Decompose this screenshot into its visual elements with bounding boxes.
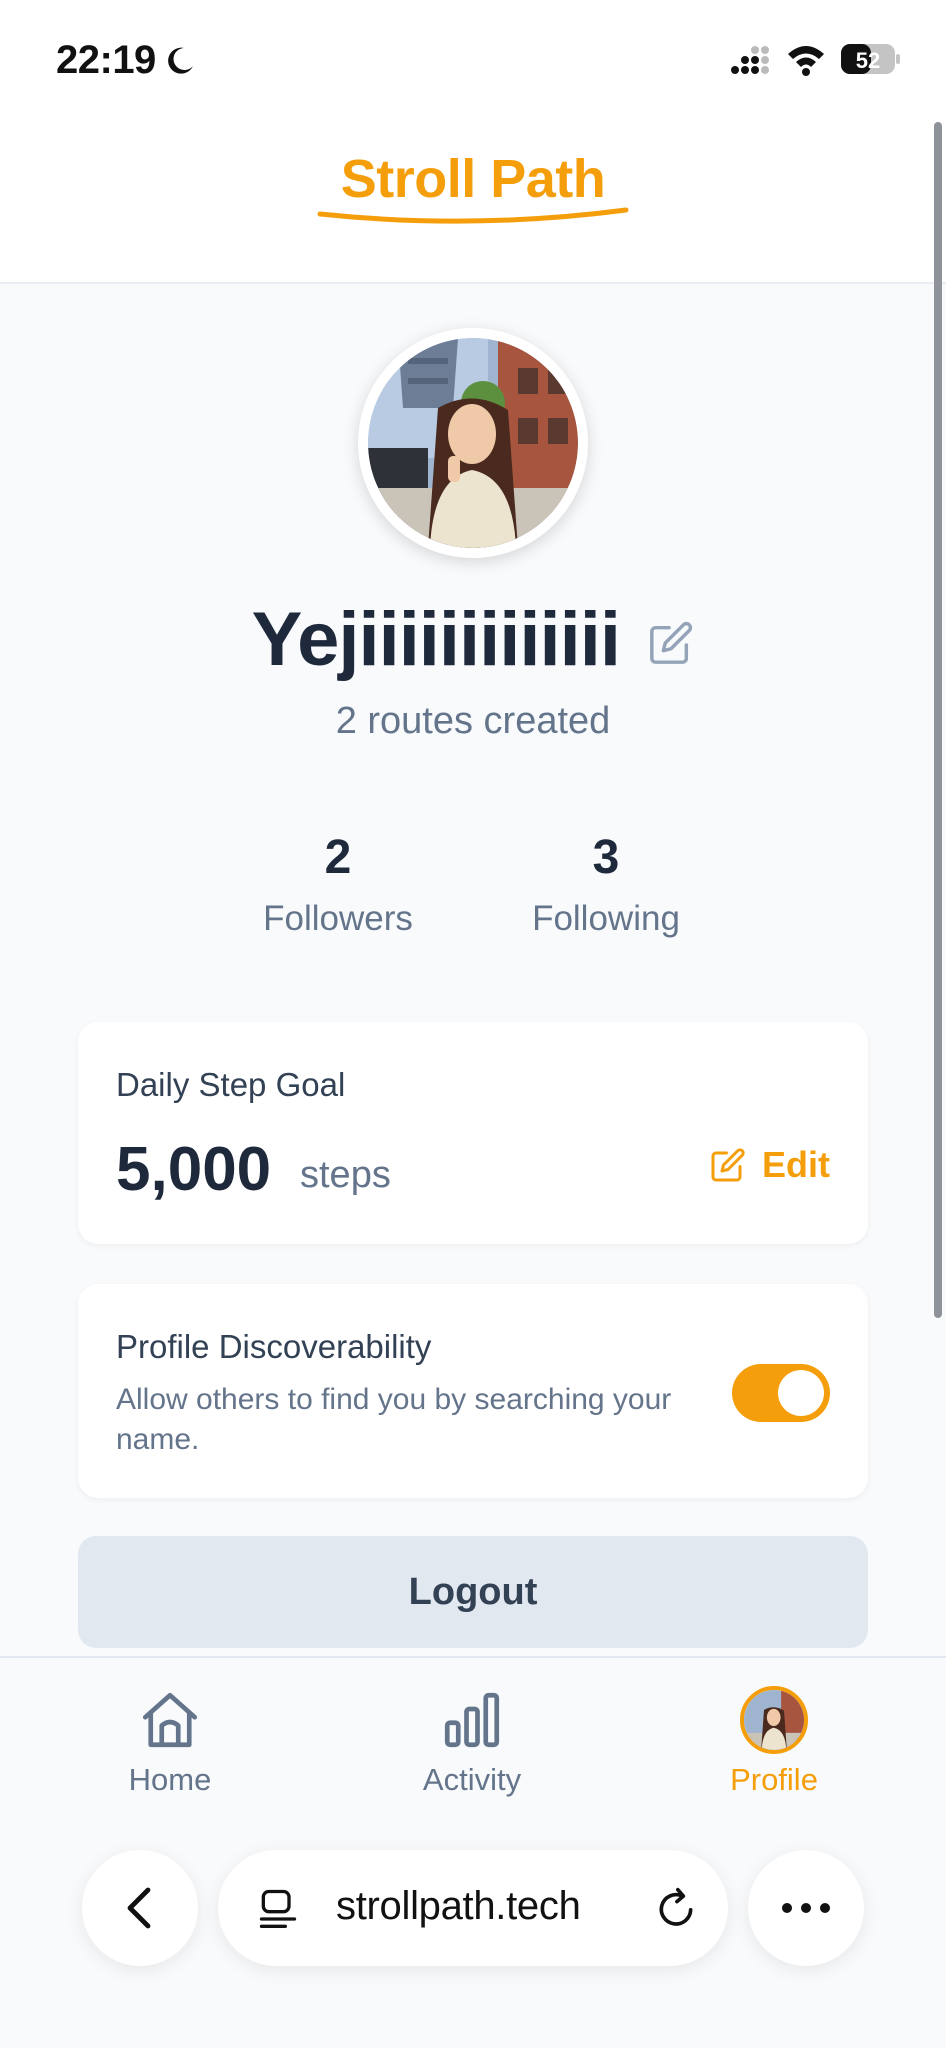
daily-step-goal-card: Daily Step Goal 5,000 steps Edit bbox=[78, 1022, 868, 1244]
profile-name: Yejiiiiiiiiiiiii bbox=[251, 597, 621, 682]
brand-title[interactable]: Stroll Path bbox=[0, 148, 946, 210]
edit-step-goal-button[interactable]: Edit bbox=[710, 1144, 830, 1186]
step-goal-unit: steps bbox=[300, 1154, 391, 1196]
status-bar: 22:19 52 bbox=[0, 0, 946, 118]
profile-discoverability-card: Profile Discoverability Allow others to … bbox=[78, 1284, 868, 1498]
toggle-knob bbox=[778, 1370, 824, 1416]
brand-underline bbox=[317, 207, 629, 224]
discoverability-description: Allow others to find you by searching yo… bbox=[116, 1383, 672, 1456]
address-bar[interactable]: strollpath.tech bbox=[218, 1850, 728, 1966]
profile-name-row: Yejiiiiiiiiiiiii bbox=[0, 596, 946, 683]
followers-count: 2 bbox=[324, 831, 352, 884]
browser-back-button[interactable] bbox=[82, 1850, 198, 1966]
battery-level: 52 bbox=[856, 48, 880, 73]
page-menu-icon[interactable] bbox=[256, 1886, 300, 1930]
profile-avatar[interactable] bbox=[358, 328, 588, 558]
chevron-left-icon bbox=[127, 1887, 151, 1929]
following-label: Following bbox=[532, 899, 680, 938]
more-options-icon bbox=[782, 1903, 830, 1913]
battery-icon: 52 bbox=[841, 44, 900, 74]
app-header: Stroll Path bbox=[0, 118, 946, 284]
nav-home-label: Home bbox=[128, 1762, 212, 1797]
moon-icon bbox=[168, 47, 193, 74]
discoverability-title: Profile Discoverability bbox=[116, 1328, 432, 1365]
pencil-icon bbox=[711, 1148, 745, 1182]
following-stat[interactable]: 3 Following bbox=[486, 830, 726, 939]
followers-stat[interactable]: 2 Followers bbox=[218, 830, 458, 939]
wifi-icon bbox=[788, 46, 824, 76]
following-count: 3 bbox=[592, 831, 620, 884]
edit-name-icon[interactable] bbox=[648, 620, 694, 666]
cellular-signal-icon bbox=[731, 46, 769, 74]
profile-photo bbox=[368, 338, 578, 548]
step-goal-title: Daily Step Goal bbox=[116, 1066, 346, 1103]
logout-button[interactable]: Logout bbox=[78, 1536, 868, 1648]
activity-chart-icon bbox=[444, 1692, 500, 1748]
followers-label: Followers bbox=[263, 899, 413, 938]
profile-avatar-small bbox=[740, 1686, 808, 1754]
step-goal-value: 5,000 bbox=[116, 1135, 272, 1204]
discoverability-toggle[interactable] bbox=[732, 1364, 830, 1422]
routes-created-count: 2 routes created bbox=[335, 700, 611, 742]
reload-icon[interactable] bbox=[654, 1886, 698, 1930]
status-time: 22:19 bbox=[56, 38, 156, 82]
nav-activity[interactable]: Activity bbox=[362, 1682, 582, 1798]
home-icon bbox=[142, 1692, 198, 1748]
browser-more-button[interactable] bbox=[748, 1850, 864, 1966]
nav-profile-label: Profile bbox=[730, 1762, 818, 1797]
nav-home[interactable]: Home bbox=[60, 1682, 280, 1798]
edit-label: Edit bbox=[762, 1144, 830, 1185]
url-text: strollpath.tech bbox=[336, 1884, 581, 1928]
nav-profile[interactable]: Profile bbox=[664, 1682, 884, 1798]
nav-activity-label: Activity bbox=[422, 1762, 522, 1797]
